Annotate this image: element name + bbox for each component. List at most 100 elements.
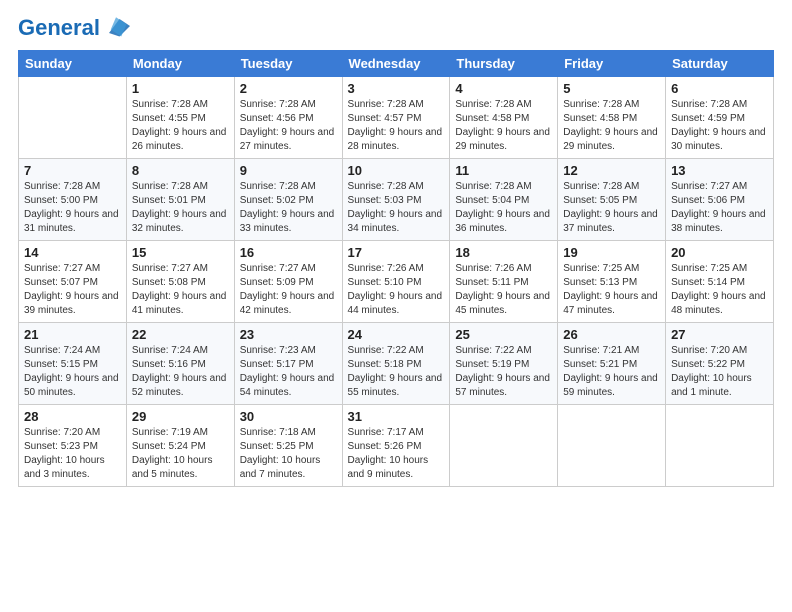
sunset-label: Sunset: 5:21 PM: [563, 359, 637, 370]
calendar-cell: 3Sunrise: 7:28 AMSunset: 4:57 PMDaylight…: [342, 77, 450, 159]
sunset-label: Sunset: 5:07 PM: [24, 277, 98, 288]
sunrise-label: Sunrise: 7:25 AM: [563, 263, 639, 274]
daylight-label: Daylight: 9 hours and 48 minutes.: [671, 291, 766, 316]
calendar-week-4: 21Sunrise: 7:24 AMSunset: 5:15 PMDayligh…: [19, 323, 774, 405]
cell-info: Sunrise: 7:28 AMSunset: 4:56 PMDaylight:…: [240, 98, 337, 154]
cell-info: Sunrise: 7:27 AMSunset: 5:06 PMDaylight:…: [671, 180, 768, 236]
sunrise-label: Sunrise: 7:18 AM: [240, 427, 316, 438]
day-number: 20: [671, 245, 768, 260]
day-number: 21: [24, 327, 121, 342]
cell-info: Sunrise: 7:22 AMSunset: 5:18 PMDaylight:…: [348, 344, 445, 400]
day-number: 2: [240, 81, 337, 96]
day-number: 10: [348, 163, 445, 178]
daylight-label: Daylight: 9 hours and 50 minutes.: [24, 373, 119, 398]
weekday-header-monday: Monday: [126, 51, 234, 77]
daylight-label: Daylight: 9 hours and 27 minutes.: [240, 127, 335, 152]
weekday-header-wednesday: Wednesday: [342, 51, 450, 77]
weekday-header-saturday: Saturday: [666, 51, 774, 77]
calendar-cell: 4Sunrise: 7:28 AMSunset: 4:58 PMDaylight…: [450, 77, 558, 159]
sunset-label: Sunset: 4:58 PM: [455, 113, 529, 124]
daylight-label: Daylight: 9 hours and 44 minutes.: [348, 291, 443, 316]
sunset-label: Sunset: 4:56 PM: [240, 113, 314, 124]
calendar-cell: 9 Sunrise: 7:28 AMSunset: 5:02 PMDaylight…: [234, 159, 342, 241]
day-number: 24: [348, 327, 445, 342]
sunrise-label: Sunrise: 7:28 AM: [132, 181, 208, 192]
calendar-cell: [666, 405, 774, 487]
daylight-label: Daylight: 10 hours and 7 minutes.: [240, 455, 321, 480]
calendar-cell: 10Sunrise: 7:28 AMSunset: 5:03 PMDayligh…: [342, 159, 450, 241]
sunrise-label: Sunrise: 7:28 AM: [348, 99, 424, 110]
cell-info: Sunrise: 7:24 AMSunset: 5:16 PMDaylight:…: [132, 344, 229, 400]
day-number: 29: [132, 409, 229, 424]
sunrise-label: Sunrise: 7:26 AM: [455, 263, 531, 274]
cell-info: Sunrise: 7:25 AMSunset: 5:14 PMDaylight:…: [671, 262, 768, 318]
cell-info: Sunrise: 7:23 AMSunset: 5:17 PMDaylight:…: [240, 344, 337, 400]
sunset-label: Sunset: 5:05 PM: [563, 195, 637, 206]
sunset-label: Sunset: 5:26 PM: [348, 441, 422, 452]
daylight-label: Daylight: 9 hours and 28 minutes.: [348, 127, 443, 152]
calendar-cell: 7Sunrise: 7:28 AMSunset: 5:00 PMDaylight…: [19, 159, 127, 241]
daylight-label: Daylight: 9 hours and 36 minutes.: [455, 209, 550, 234]
page: General SundayMondayTuesdayWednesdayThur…: [0, 0, 792, 612]
daylight-label: Daylight: 9 hours and 29 minutes.: [455, 127, 550, 152]
daylight-label: Daylight: 9 hours and 26 minutes.: [132, 127, 227, 152]
cell-info: Sunrise: 7:28 AM Sunset: 5:01 PM Daylight:…: [132, 180, 229, 236]
sunset-label: Sunset: 5:09 PM: [240, 277, 314, 288]
sunrise-label: Sunrise: 7:26 AM: [348, 263, 424, 274]
sunrise-label: Sunrise: 7:28 AM: [563, 99, 639, 110]
sunrise-label: Sunrise: 7:28 AM: [455, 181, 531, 192]
cell-info: Sunrise: 7:17 AMSunset: 5:26 PMDaylight:…: [348, 426, 445, 482]
cell-info: Sunrise: 7:28 AMSunset: 5:02 PMDaylight:…: [240, 180, 337, 236]
sunset-label: Sunset: 5:17 PM: [240, 359, 314, 370]
cell-info: Sunrise: 7:27 AMSunset: 5:07 PMDaylight:…: [24, 262, 121, 318]
calendar-cell: 18Sunrise: 7:26 AMSunset: 5:11 PMDayligh…: [450, 241, 558, 323]
logo: General: [18, 16, 130, 40]
daylight-label: Daylight: 9 hours and 41 minutes.: [132, 291, 227, 316]
day-number: 9: [240, 163, 337, 178]
calendar-cell: 27Sunrise: 7:20 AMSunset: 5:22 PMDayligh…: [666, 323, 774, 405]
sunrise-label: Sunrise: 7:24 AM: [132, 345, 208, 356]
sunset-label: Sunset: 5:11 PM: [455, 277, 528, 288]
cell-info: Sunrise: 7:26 AMSunset: 5:11 PMDaylight:…: [455, 262, 552, 318]
sunrise-label: Sunrise: 7:20 AM: [671, 345, 747, 356]
sunset-label: Sunset: 5:13 PM: [563, 277, 637, 288]
sunrise-label: Sunrise: 7:28 AM: [455, 99, 531, 110]
sunrise-label: Sunrise: 7:28 AM: [671, 99, 747, 110]
sunset-label: Sunset: 5:03 PM: [348, 195, 422, 206]
cell-info: Sunrise: 7:22 AMSunset: 5:19 PMDaylight:…: [455, 344, 552, 400]
sunrise-label: Sunrise: 7:28 AM: [563, 181, 639, 192]
sunset-label: Sunset: 4:59 PM: [671, 113, 745, 124]
calendar-cell: 14Sunrise: 7:27 AMSunset: 5:07 PMDayligh…: [19, 241, 127, 323]
day-number: 17: [348, 245, 445, 260]
calendar-cell: 17 Sunrise: 7:26 AM Sunset: 5:10 PM Dayligh…: [342, 241, 450, 323]
sunrise-label: Sunrise: 7:22 AM: [348, 345, 424, 356]
daylight-label: Daylight: 10 hours and 9 minutes.: [348, 455, 429, 480]
sunset-label: Sunset: 5:10 PM: [348, 277, 422, 288]
sunrise-label: Sunrise: 7:27 AM: [132, 263, 208, 274]
calendar-week-3: 14Sunrise: 7:27 AMSunset: 5:07 PMDayligh…: [19, 241, 774, 323]
daylight-label: Daylight: 9 hours and 57 minutes.: [455, 373, 550, 398]
calendar-cell: 24 Sunrise: 7:22 AMSunset: 5:18 PMDayligh…: [342, 323, 450, 405]
day-number: 30: [240, 409, 337, 424]
sunset-label: Sunset: 5:22 PM: [671, 359, 745, 370]
sunset-label: Sunset: 5:01 PM: [132, 195, 206, 206]
sunrise-label: Sunrise: 7:19 AM: [132, 427, 208, 438]
calendar-cell: 6Sunrise: 7:28 AMSunset: 4:59 PMDaylight…: [666, 77, 774, 159]
sunset-label: Sunset: 4:58 PM: [563, 113, 637, 124]
weekday-header-tuesday: Tuesday: [234, 51, 342, 77]
sunrise-label: Sunrise: 7:25 AM: [671, 263, 747, 274]
sunset-label: Sunset: 5:02 PM: [240, 195, 314, 206]
cell-info: Sunrise: 7:27 AM Sunset: 5:08 PM Daylight:…: [132, 262, 229, 318]
daylight-label: Daylight: 10 hours and 1 minute.: [671, 373, 752, 398]
daylight-label: Daylight: 9 hours and 55 minutes.: [348, 373, 443, 398]
calendar-cell: 28Sunrise: 7:20 AMSunset: 5:23 PMDayligh…: [19, 405, 127, 487]
sunrise-label: Sunrise: 7:27 AM: [240, 263, 316, 274]
logo-icon: [102, 12, 130, 40]
day-number: 6: [671, 81, 768, 96]
sunset-label: Sunset: 5:08 PM: [132, 277, 206, 288]
daylight-label: Daylight: 9 hours and 32 minutes.: [132, 209, 227, 234]
calendar-cell: 25Sunrise: 7:22 AMSunset: 5:19 PMDayligh…: [450, 323, 558, 405]
weekday-header-sunday: Sunday: [19, 51, 127, 77]
calendar-week-1: 1Sunrise: 7:28 AMSunset: 4:55 PMDaylight…: [19, 77, 774, 159]
sunrise-label: Sunrise: 7:28 AM: [24, 181, 100, 192]
